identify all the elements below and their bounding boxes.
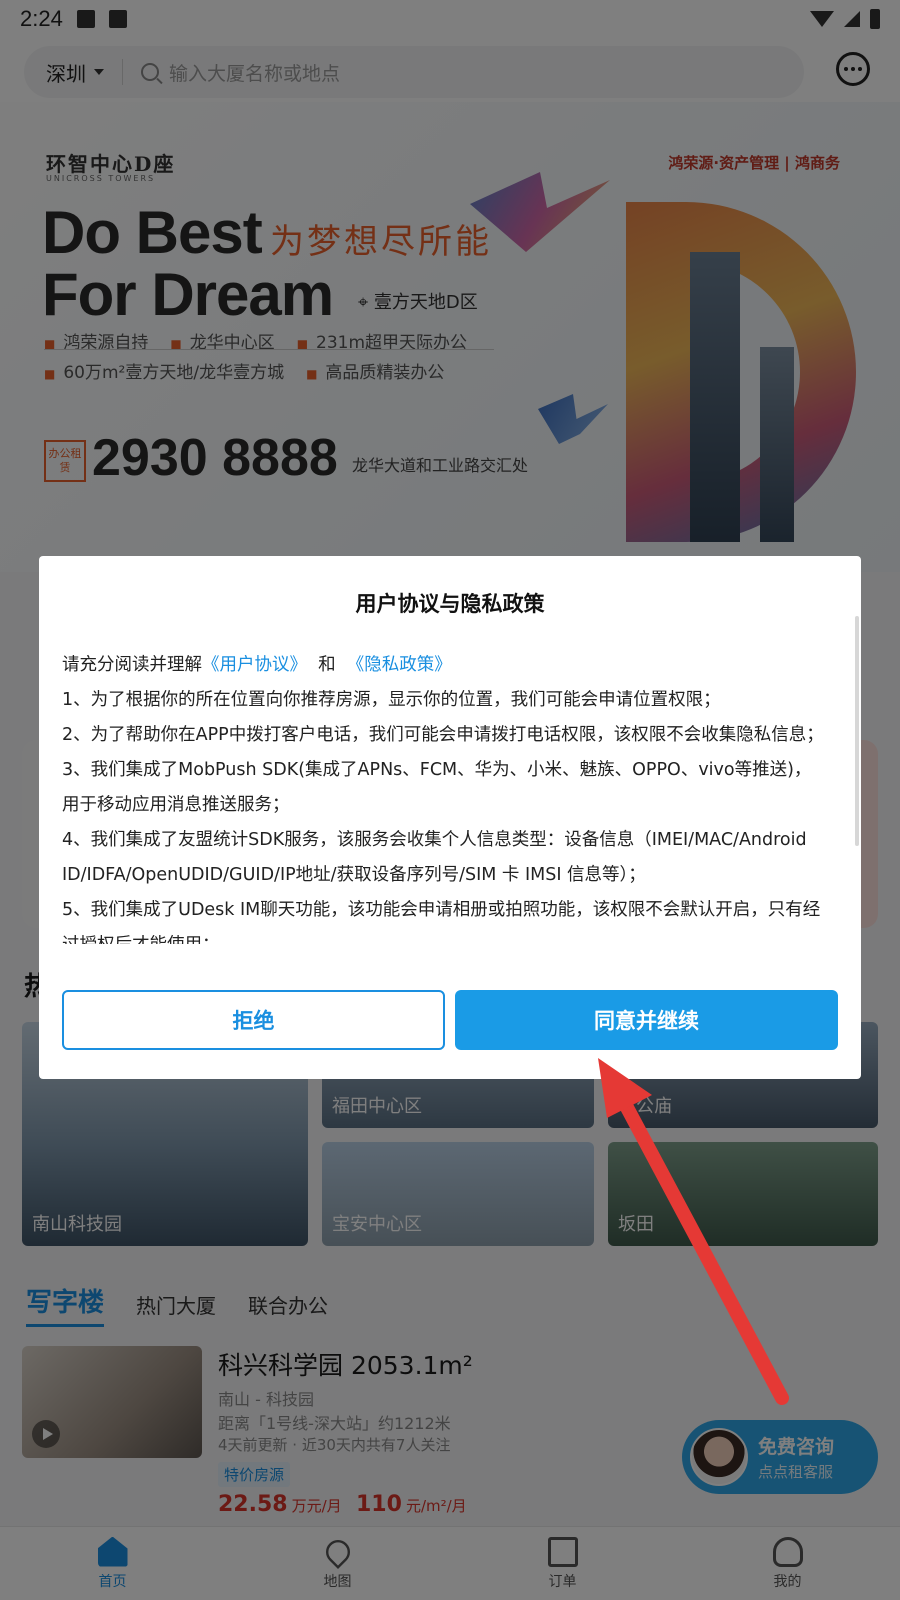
dialog-scrollbar[interactable] [855, 616, 859, 846]
intro-text: 请充分阅读并理解 [62, 655, 202, 675]
privacy-dialog: 用户协议与隐私政策 请充分阅读并理解《用户协议》 和 《隐私政策》 1、为了根据… [39, 556, 861, 1079]
dialog-item: 5、我们集成了UDesk IM聊天功能，该功能会申请相册或拍照功能，该权限不会默… [62, 900, 821, 944]
user-agreement-link[interactable]: 《用户协议》 [202, 655, 307, 675]
reject-button[interactable]: 拒绝 [62, 990, 445, 1050]
dialog-intro: 请充分阅读并理解《用户协议》 和 《隐私政策》 [62, 648, 828, 683]
dialog-body[interactable]: 请充分阅读并理解《用户协议》 和 《隐私政策》 1、为了根据你的所在位置向你推荐… [62, 648, 828, 944]
dialog-item: 3、我们集成了MobPush SDK(集成了APNs、FCM、华为、小米、魅族、… [62, 760, 812, 815]
dialog-item: 2、为了帮助你在APP中拨打客户电话，我们可能会申请拨打电话权限，该权限不会收集… [62, 725, 824, 745]
agree-continue-button[interactable]: 同意并继续 [455, 990, 838, 1050]
intro-and: 和 [318, 655, 336, 675]
dialog-item: 1、为了根据你的所在位置向你推荐房源，显示你的位置，我们可能会申请位置权限； [62, 690, 721, 710]
dialog-item: 4、我们集成了友盟统计SDK服务，该服务会收集个人信息类型：设备信息（IMEI/… [62, 830, 807, 885]
dialog-title: 用户协议与隐私政策 [355, 592, 545, 616]
privacy-policy-link[interactable]: 《隐私政策》 [347, 655, 452, 675]
